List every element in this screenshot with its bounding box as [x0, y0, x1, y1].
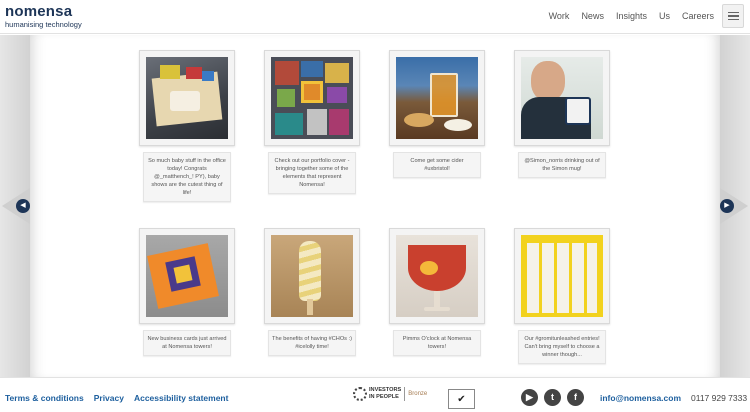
phone-number: 0117 929 7333 [691, 393, 748, 403]
photo-cider [396, 57, 478, 139]
footer-links: Terms & conditions Privacy Accessibility… [5, 393, 238, 403]
nav-careers[interactable]: Careers [682, 11, 714, 21]
carousel-next-button[interactable]: ▶ [708, 188, 748, 224]
photo-caption: Check out our portfolio cover - bringing… [268, 152, 356, 194]
iip-line1: INVESTORS [369, 387, 402, 393]
photo-caption: @Simon_norris drinking out of the Simon … [518, 152, 606, 178]
facebook-icon[interactable]: f [567, 389, 584, 406]
photo-caption: Our #gromitunleashed entries! Can't brin… [518, 330, 606, 364]
photo-card[interactable]: Our #gromitunleashed entries! Can't brin… [514, 228, 610, 364]
privacy-link[interactable]: Privacy [94, 393, 124, 403]
nav-insights[interactable]: Insights [616, 11, 647, 21]
twitter-icon[interactable]: t [544, 389, 561, 406]
site-footer: Terms & conditions Privacy Accessibility… [0, 377, 750, 412]
photo-caption: Come get some cider #uxbristol! [393, 152, 481, 178]
photo-card[interactable]: So much baby stuff in the office today! … [139, 50, 235, 202]
site-header: nomensa humanising technology Work News … [0, 0, 750, 34]
photo-caption: The benefits of having #CHOs :) #iceloll… [268, 330, 356, 356]
photo-card[interactable]: New business cards just arrived at Nomen… [139, 228, 235, 356]
iip-line2: IN PEOPLE [369, 394, 399, 400]
iip-level: Bronze [408, 391, 428, 397]
nav-news[interactable]: News [581, 11, 604, 21]
email-link[interactable]: info@nomensa.com [600, 393, 681, 403]
certification-tick-icon: ✔ [448, 389, 475, 409]
photo-card[interactable]: Come get some cider #uxbristol! [389, 50, 485, 178]
photo-ice-lolly [271, 235, 353, 317]
photo-caption: So much baby stuff in the office today! … [143, 152, 231, 202]
photo-card[interactable]: The benefits of having #CHOs :) #iceloll… [264, 228, 360, 356]
social-links: ▶ t f [521, 389, 584, 406]
photo-caption: Pimms O'clock at Nomensa towers! [393, 330, 481, 356]
chevron-right-icon: ▶ [720, 199, 734, 213]
photo-gromit-entries [521, 235, 603, 317]
terms-link[interactable]: Terms & conditions [5, 393, 84, 403]
photo-card[interactable]: @Simon_norris drinking out of the Simon … [514, 50, 610, 178]
iip-logo-icon [353, 387, 367, 401]
carousel-prev-button[interactable]: ◀ [2, 188, 42, 224]
accessibility-link[interactable]: Accessibility statement [134, 393, 228, 403]
main-nav: Work News Insights Us Careers [537, 11, 714, 21]
photo-card[interactable]: Check out our portfolio cover - bringing… [264, 50, 360, 194]
carousel-panel [30, 35, 720, 377]
photo-pimms [396, 235, 478, 317]
photo-portfolio-cover [271, 57, 353, 139]
instagram-carousel: ◀ ▶ So much baby stuff in the office tod… [0, 35, 750, 377]
photo-business-cards [146, 235, 228, 317]
photo-baby-gifts [146, 57, 228, 139]
nav-work[interactable]: Work [549, 11, 570, 21]
logo-tagline: humanising technology [5, 20, 82, 29]
logo-wordmark: nomensa [5, 3, 73, 20]
hamburger-icon[interactable] [722, 4, 744, 28]
investors-in-people-badge: INVESTORS IN PEOPLE Bronze [353, 387, 427, 401]
photo-caption: New business cards just arrived at Nomen… [143, 330, 231, 356]
youtube-icon[interactable]: ▶ [521, 389, 538, 406]
photo-simon-mug [521, 57, 603, 139]
photo-card[interactable]: Pimms O'clock at Nomensa towers! [389, 228, 485, 356]
chevron-left-icon: ◀ [16, 199, 30, 213]
nomensa-logo[interactable]: nomensa humanising technology [5, 4, 82, 29]
nav-us[interactable]: Us [659, 11, 670, 21]
